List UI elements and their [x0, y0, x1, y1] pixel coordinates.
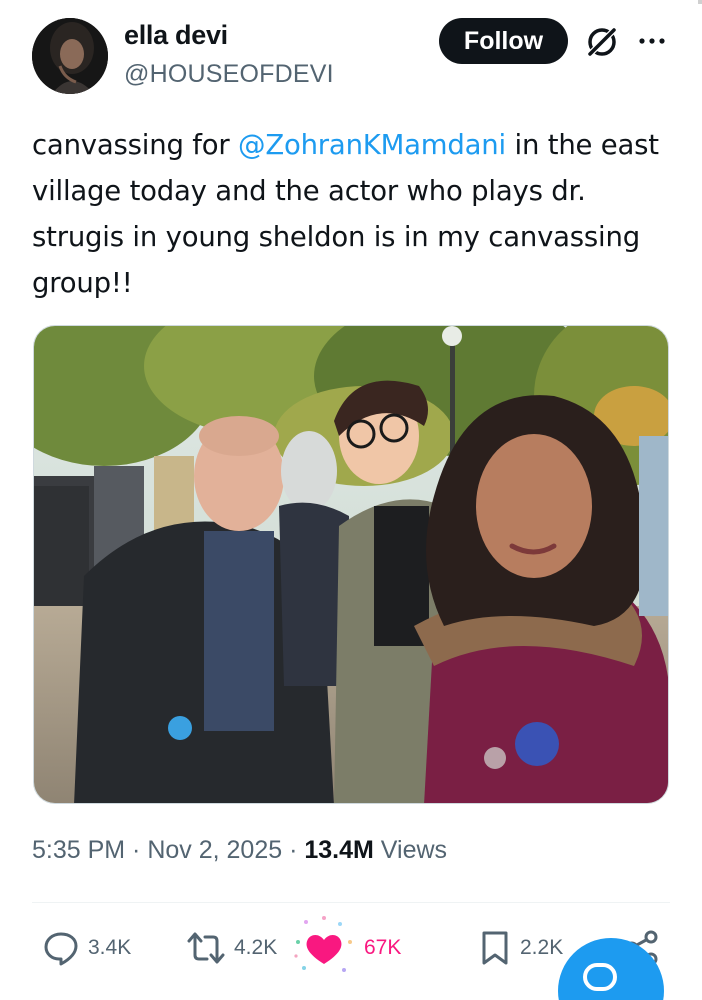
grok-icon[interactable]	[583, 23, 621, 61]
selfie-photo	[34, 326, 668, 803]
reply-count: 3.4K	[88, 936, 132, 959]
tweet-time[interactable]: 5:35 PM	[32, 836, 125, 864]
tweet-text-before: canvassing for	[32, 129, 239, 161]
bookmark-count: 2.2K	[520, 936, 564, 959]
repost-button[interactable]: 4.2K	[186, 925, 277, 971]
tweet-date[interactable]: Nov 2, 2025	[147, 836, 282, 864]
tweet-meta: 5:35 PM · Nov 2, 2025 · 13.4M Views	[32, 836, 447, 865]
views-count: 13.4M	[304, 836, 374, 864]
reply-icon	[44, 932, 78, 966]
like-count: 67K	[364, 936, 402, 959]
bookmark-button[interactable]: 2.2K	[478, 925, 563, 971]
meta-separator: ·	[282, 836, 305, 864]
repost-icon	[187, 932, 225, 964]
meta-separator: ·	[125, 836, 148, 864]
bookmark-icon	[482, 931, 508, 965]
more-options-icon[interactable]	[636, 27, 668, 55]
tweet-photo[interactable]	[33, 325, 669, 804]
avatar[interactable]	[32, 18, 108, 94]
author-handle[interactable]: @HOUSEOFDEVI	[124, 60, 334, 89]
like-button[interactable]: 67K	[294, 916, 402, 972]
reply-button[interactable]: 3.4K	[42, 925, 131, 971]
scrollbar[interactable]	[698, 0, 702, 4]
mention-link[interactable]: @ZohranKMamdani	[238, 129, 506, 161]
author-display-name[interactable]: ella devi	[124, 20, 228, 51]
divider	[32, 902, 670, 903]
repost-count: 4.2K	[234, 936, 278, 959]
compose-icon	[583, 963, 617, 991]
avatar-photo	[32, 18, 108, 94]
views-label: Views	[373, 836, 448, 864]
tweet-text: canvassing for @ZohranKMamdani in the ea…	[32, 122, 672, 306]
heart-icon	[294, 916, 352, 972]
follow-button[interactable]: Follow	[439, 18, 568, 64]
